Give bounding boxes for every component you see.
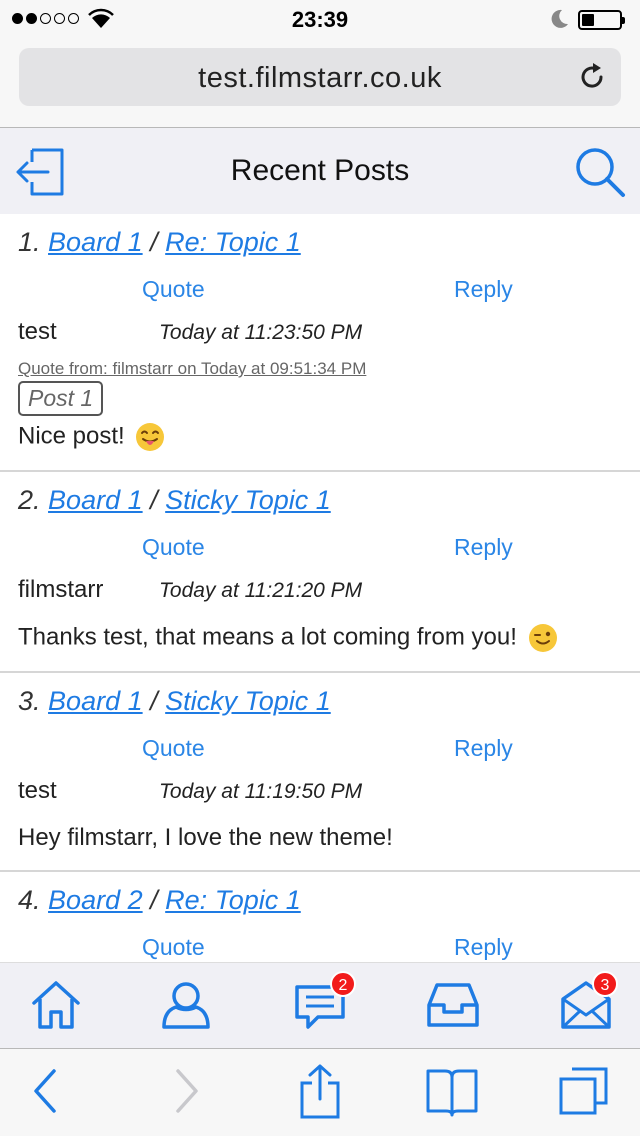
search-icon[interactable] bbox=[574, 146, 626, 198]
reply-button[interactable]: Reply bbox=[454, 735, 513, 762]
topic-link[interactable]: Sticky Topic 1 bbox=[165, 485, 331, 515]
post-body-text: Hey filmstarr, I love the new theme! bbox=[18, 824, 393, 851]
quote-source-link[interactable]: Quote from: filmstarr on Today at 09:51:… bbox=[18, 359, 622, 379]
post-meta: test Today at 11:23:50 PM bbox=[18, 316, 622, 359]
notifications-tab[interactable]: 3 bbox=[560, 971, 618, 1031]
post-heading: 4. Board 2 / Re: Topic 1 bbox=[18, 872, 622, 934]
breadcrumb-separator: / bbox=[150, 485, 158, 515]
post-meta: test Today at 11:19:50 PM bbox=[18, 775, 622, 818]
post-time: Today at 11:23:50 PM bbox=[159, 321, 363, 344]
post-body: Thanks test, that means a lot coming fro… bbox=[18, 617, 622, 671]
post-item: 2. Board 1 / Sticky Topic 1 Quote Reply … bbox=[0, 472, 640, 673]
user-icon[interactable] bbox=[160, 979, 212, 1031]
recent-posts-list: 1. Board 1 / Re: Topic 1 Quote Reply tes… bbox=[0, 214, 640, 962]
board-link[interactable]: Board 2 bbox=[48, 885, 143, 915]
post-item: 4. Board 2 / Re: Topic 1 Quote Reply bbox=[0, 872, 640, 962]
post-actions: Quote Reply bbox=[18, 276, 622, 316]
quote-button[interactable]: Quote bbox=[142, 934, 205, 961]
reply-button[interactable]: Reply bbox=[454, 934, 513, 961]
post-time: Today at 11:19:50 PM bbox=[159, 780, 363, 803]
forward-icon[interactable] bbox=[172, 1067, 202, 1115]
reply-button[interactable]: Reply bbox=[454, 534, 513, 561]
post-author[interactable]: filmstarr bbox=[18, 576, 103, 604]
board-link[interactable]: Board 1 bbox=[48, 485, 143, 515]
post-item: 1. Board 1 / Re: Topic 1 Quote Reply tes… bbox=[0, 214, 640, 472]
post-meta: filmstarr Today at 11:21:20 PM bbox=[18, 574, 622, 617]
post-body-text: Thanks test, that means a lot coming fro… bbox=[18, 623, 517, 651]
post-number: 3. bbox=[18, 686, 41, 716]
notifications-badge: 3 bbox=[592, 971, 618, 997]
status-time: 23:39 bbox=[291, 7, 349, 32]
breadcrumb-separator: / bbox=[150, 885, 158, 915]
topic-link[interactable]: Sticky Topic 1 bbox=[165, 686, 331, 716]
share-icon[interactable] bbox=[298, 1063, 342, 1119]
home-icon[interactable] bbox=[30, 979, 82, 1031]
battery-icon bbox=[578, 10, 625, 30]
post-number: 1. bbox=[18, 227, 41, 257]
post-body: Nice post! bbox=[18, 416, 622, 470]
quote-button[interactable]: Quote bbox=[142, 735, 205, 762]
quote-button[interactable]: Quote bbox=[142, 534, 205, 561]
bookmarks-icon[interactable] bbox=[425, 1067, 479, 1117]
page-title: Recent Posts bbox=[230, 154, 410, 187]
post-actions: Quote Reply bbox=[18, 534, 622, 574]
post-author[interactable]: test bbox=[18, 777, 57, 805]
reload-icon[interactable] bbox=[577, 62, 607, 92]
url-text: test.filmstarr.co.uk bbox=[198, 62, 442, 94]
post-heading: 2. Board 1 / Sticky Topic 1 bbox=[18, 472, 622, 534]
url-field[interactable]: test.filmstarr.co.uk bbox=[19, 48, 621, 106]
board-link[interactable]: Board 1 bbox=[48, 686, 143, 716]
app-tab-bar: 2 3 bbox=[0, 962, 640, 1048]
browser-address-area: test.filmstarr.co.uk bbox=[0, 40, 640, 128]
post-heading: 1. Board 1 / Re: Topic 1 bbox=[18, 214, 622, 276]
back-icon[interactable] bbox=[30, 1067, 60, 1115]
messages-badge: 2 bbox=[330, 971, 356, 997]
post-actions: Quote Reply bbox=[18, 735, 622, 775]
post-heading: 3. Board 1 / Sticky Topic 1 bbox=[18, 673, 622, 735]
quote-button[interactable]: Quote bbox=[142, 276, 205, 303]
topic-link[interactable]: Re: Topic 1 bbox=[165, 227, 301, 257]
moon-icon bbox=[551, 9, 568, 28]
post-item: 3. Board 1 / Sticky Topic 1 Quote Reply … bbox=[0, 673, 640, 872]
post-author[interactable]: test bbox=[18, 318, 57, 346]
wink-emoji bbox=[528, 624, 557, 652]
post-number: 4. bbox=[18, 885, 41, 915]
tongue-out-emoji bbox=[136, 423, 165, 451]
tabs-icon[interactable] bbox=[558, 1065, 610, 1117]
post-time: Today at 11:21:20 PM bbox=[159, 579, 363, 602]
post-body: Hey filmstarr, I love the new theme! bbox=[18, 818, 622, 870]
messages-tab[interactable]: 2 bbox=[294, 971, 356, 1031]
post-body-text: Nice post! bbox=[18, 422, 125, 450]
app-header: Recent Posts bbox=[0, 128, 640, 214]
quote-block: Post 1 bbox=[18, 381, 104, 416]
status-bar: 23:39 bbox=[0, 0, 640, 40]
browser-toolbar bbox=[0, 1048, 640, 1136]
inbox-icon[interactable] bbox=[427, 979, 479, 1031]
reply-button[interactable]: Reply bbox=[454, 276, 513, 303]
breadcrumb-separator: / bbox=[150, 686, 158, 716]
breadcrumb-separator: / bbox=[150, 227, 158, 257]
topic-link[interactable]: Re: Topic 1 bbox=[165, 885, 301, 915]
post-number: 2. bbox=[18, 485, 41, 515]
post-actions: Quote Reply bbox=[18, 934, 622, 962]
board-link[interactable]: Board 1 bbox=[48, 227, 143, 257]
